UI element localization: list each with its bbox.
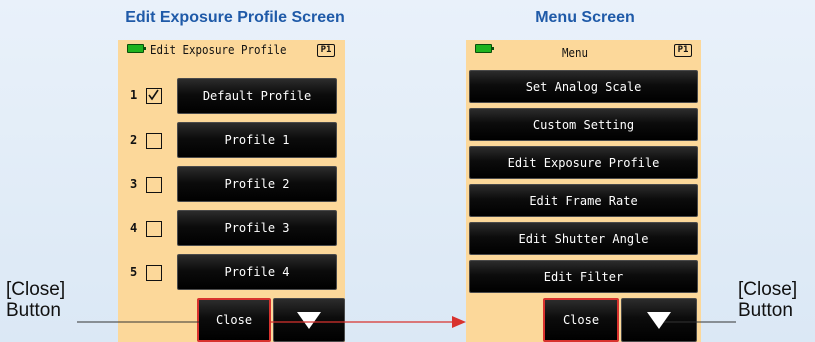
connector-lines (77, 316, 736, 328)
arrowhead-icon (452, 316, 466, 328)
